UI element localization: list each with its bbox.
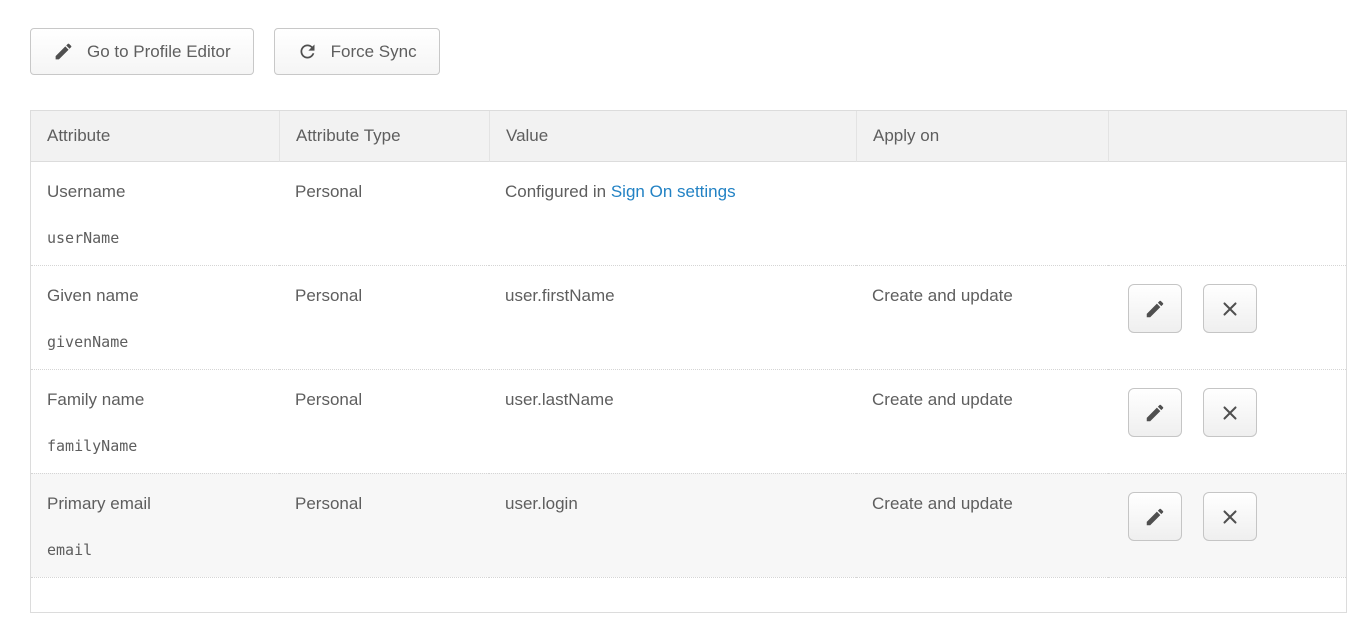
attribute-label: Given name	[47, 286, 263, 306]
delete-attribute-button[interactable]	[1203, 284, 1257, 333]
actions-cell	[1108, 162, 1346, 265]
value-cell: user.firstName	[489, 265, 856, 369]
attribute-mappings-table: Attribute Attribute Type Value Apply on …	[30, 110, 1347, 613]
column-header-attribute-type: Attribute Type	[279, 111, 489, 162]
edit-attribute-button[interactable]	[1128, 284, 1182, 333]
x-icon	[1219, 298, 1241, 320]
attribute-variable: userName	[47, 229, 263, 247]
refresh-icon	[297, 41, 318, 62]
header-row: Attribute Attribute Type Value Apply on	[31, 111, 1346, 162]
attribute-cell: Given name givenName	[31, 265, 279, 369]
value-prefix: Configured in	[505, 182, 611, 201]
attribute-label: Family name	[47, 390, 263, 410]
value-cell: user.lastName	[489, 369, 856, 473]
row-given-name: Given name givenName Personal user.first…	[31, 265, 1346, 369]
attribute-type-cell: Personal	[279, 473, 489, 577]
row-username: Username userName Personal Configured in…	[31, 162, 1346, 265]
pencil-icon	[1144, 298, 1166, 320]
pencil-icon	[1144, 506, 1166, 528]
actions-cell	[1108, 473, 1346, 577]
actions-cell	[1108, 265, 1346, 369]
apply-on-cell	[856, 162, 1108, 265]
value-cell: Configured in Sign On settings	[489, 162, 856, 265]
row-family-name: Family name familyName Personal user.las…	[31, 369, 1346, 473]
table-row	[31, 577, 1346, 612]
delete-attribute-button[interactable]	[1203, 492, 1257, 541]
attribute-cell: Family name familyName	[31, 369, 279, 473]
attribute-type-cell: Personal	[279, 162, 489, 265]
go-to-profile-editor-button[interactable]: Go to Profile Editor	[30, 28, 254, 75]
force-sync-label: Force Sync	[331, 42, 417, 62]
column-header-apply-on: Apply on	[856, 111, 1108, 162]
edit-attribute-button[interactable]	[1128, 492, 1182, 541]
attribute-label: Username	[47, 182, 263, 202]
attribute-variable: email	[47, 541, 263, 559]
value-cell: user.login	[489, 473, 856, 577]
attribute-type-cell: Personal	[279, 369, 489, 473]
page: Go to Profile Editor Force Sync Attribut…	[0, 0, 1370, 613]
column-header-actions	[1108, 111, 1346, 162]
pencil-icon	[53, 41, 74, 62]
delete-attribute-button[interactable]	[1203, 388, 1257, 437]
column-header-attribute: Attribute	[31, 111, 279, 162]
column-header-value: Value	[489, 111, 856, 162]
toolbar: Go to Profile Editor Force Sync	[30, 28, 1345, 75]
apply-on-cell: Create and update	[856, 369, 1108, 473]
attribute-cell: Username userName	[31, 162, 279, 265]
apply-on-cell: Create and update	[856, 265, 1108, 369]
sign-on-settings-link[interactable]: Sign On settings	[611, 182, 736, 201]
attribute-cell: Primary email email	[31, 473, 279, 577]
x-icon	[1219, 402, 1241, 424]
x-icon	[1219, 506, 1241, 528]
force-sync-button[interactable]: Force Sync	[274, 28, 440, 75]
edit-attribute-button[interactable]	[1128, 388, 1182, 437]
apply-on-cell: Create and update	[856, 473, 1108, 577]
attribute-variable: givenName	[47, 333, 263, 351]
row-primary-email: Primary email email Personal user.login …	[31, 473, 1346, 577]
attribute-type-cell: Personal	[279, 265, 489, 369]
go-to-profile-editor-label: Go to Profile Editor	[87, 42, 231, 62]
actions-cell	[1108, 369, 1346, 473]
pencil-icon	[1144, 402, 1166, 424]
attribute-variable: familyName	[47, 437, 263, 455]
attribute-label: Primary email	[47, 494, 263, 514]
